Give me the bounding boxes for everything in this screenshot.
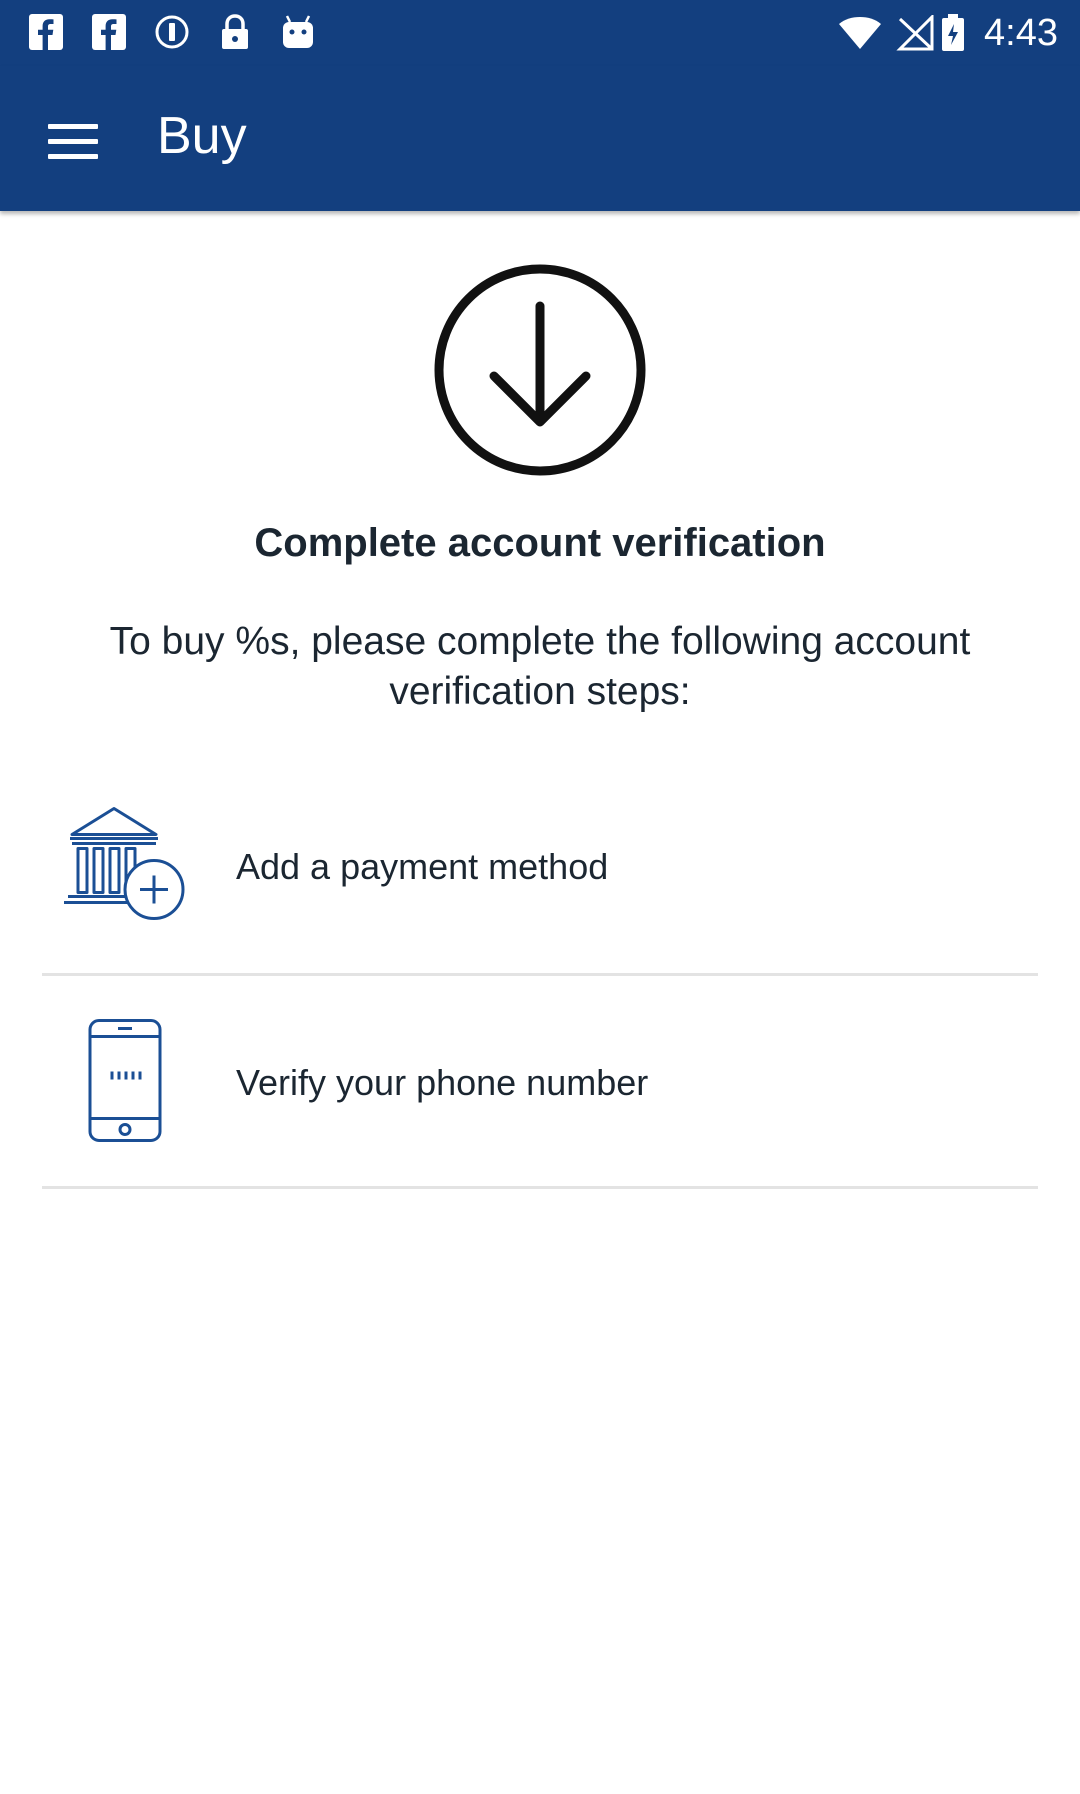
app-bar: Buy: [0, 66, 1080, 211]
smartphone-icon: [88, 1019, 162, 1148]
battery-icon: [940, 14, 966, 52]
status-clock: 4:43: [984, 12, 1058, 54]
bank-add-icon: [62, 803, 188, 932]
hamburger-menu-icon[interactable]: [38, 106, 108, 176]
circle-info-icon: [154, 12, 190, 52]
verification-heading: Complete account verification: [254, 521, 826, 565]
facebook-icon: [91, 12, 127, 52]
page-title: Buy: [157, 107, 247, 165]
add-payment-method-row[interactable]: Add a payment method: [42, 760, 1038, 974]
download-arrow-circle-icon: [430, 260, 650, 480]
no-signal-icon: [896, 14, 936, 52]
add-payment-method-label: Add a payment method: [236, 846, 609, 887]
verification-description: To buy %s, please complete the following…: [109, 620, 971, 713]
divider: [42, 1186, 1038, 1189]
lock-icon: [217, 12, 253, 52]
android-icon: [280, 12, 316, 52]
facebook-icon: [28, 12, 64, 52]
status-bar: 4:43: [0, 0, 1080, 66]
wifi-icon: [838, 14, 882, 52]
verify-phone-number-row[interactable]: Verify your phone number: [42, 976, 1038, 1190]
verify-phone-number-label: Verify your phone number: [236, 1062, 649, 1103]
